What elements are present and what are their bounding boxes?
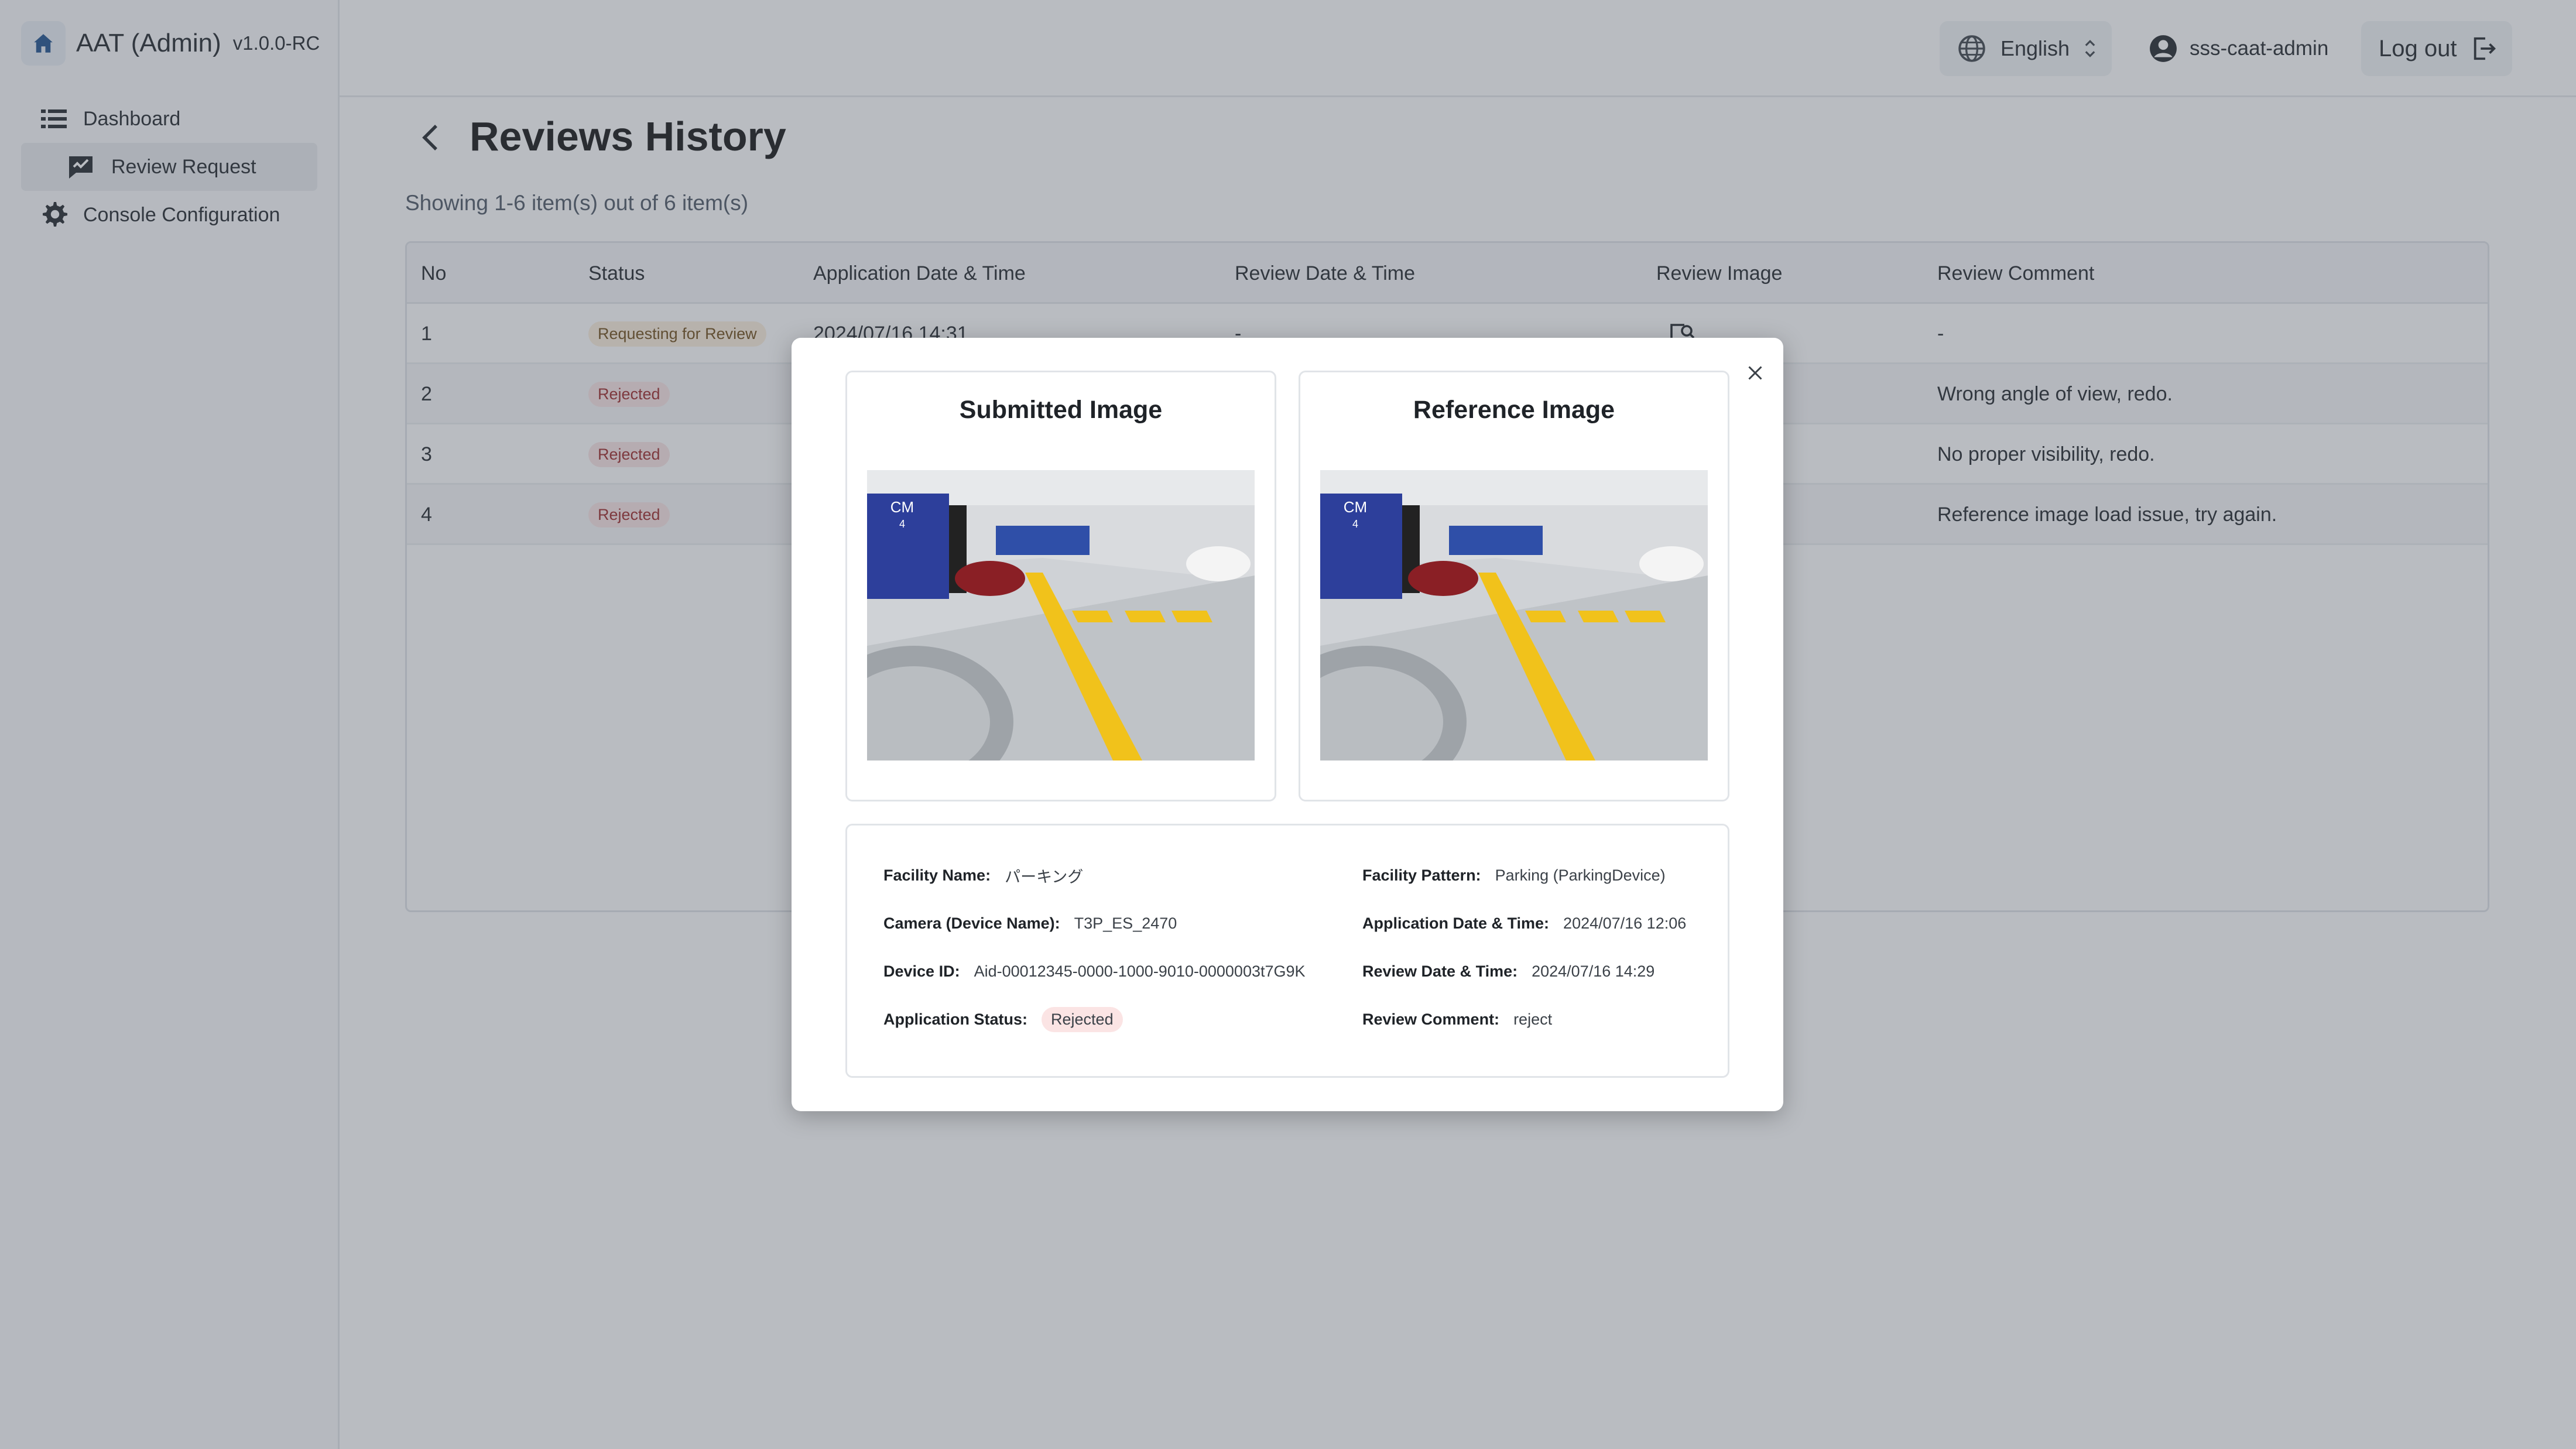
device-id: Aid-00012345-0000-1000-9010-0000003t7G9K — [974, 962, 1306, 980]
application-date: 2024/07/16 12:06 — [1563, 914, 1687, 932]
facility-name-field: Facility Name: パーキング — [883, 861, 1083, 890]
device-id-field: Device ID: Aid-00012345-0000-1000-9010-0… — [883, 962, 1306, 980]
application-status-field: Application Status: Rejected — [883, 1005, 1123, 1034]
facility-name: パーキング — [1005, 868, 1084, 886]
close-button[interactable] — [1738, 355, 1773, 390]
camera-field: Camera (Device Name): T3P_ES_2470 — [883, 914, 1177, 932]
reference-image-title: Reference Image — [1413, 396, 1615, 424]
submitted-image-title: Submitted Image — [959, 396, 1163, 424]
submitted-image-card: Submitted Image CM 4 — [845, 371, 1276, 801]
review-comment-field: Review Comment: reject — [1362, 1010, 1553, 1028]
reference-image[interactable]: CM 4 — [1320, 470, 1708, 761]
submitted-image[interactable]: CM 4 — [867, 470, 1255, 761]
application-status-badge: Rejected — [1042, 1006, 1123, 1032]
camera-name: T3P_ES_2470 — [1074, 914, 1177, 932]
review-date-field: Review Date & Time: 2024/07/16 14:29 — [1362, 962, 1655, 980]
image-review-modal: Submitted Image CM 4 Reference Image CM … — [792, 338, 1783, 1111]
review-comment: reject — [1513, 1010, 1553, 1028]
svg-text:4: 4 — [1352, 518, 1358, 530]
close-icon — [1748, 366, 1762, 380]
review-date: 2024/07/16 14:29 — [1532, 962, 1655, 980]
svg-text:CM: CM — [890, 498, 914, 516]
svg-text:CM: CM — [1344, 498, 1367, 516]
application-details: Facility Name: パーキング Facility Pattern: P… — [845, 824, 1729, 1078]
facility-pattern: Parking (ParkingDevice) — [1495, 866, 1666, 884]
reference-image-card: Reference Image CM 4 — [1299, 371, 1729, 801]
facility-pattern-field: Facility Pattern: Parking (ParkingDevice… — [1362, 866, 1666, 884]
svg-text:4: 4 — [899, 518, 905, 530]
application-date-field: Application Date & Time: 2024/07/16 12:0… — [1362, 914, 1687, 932]
